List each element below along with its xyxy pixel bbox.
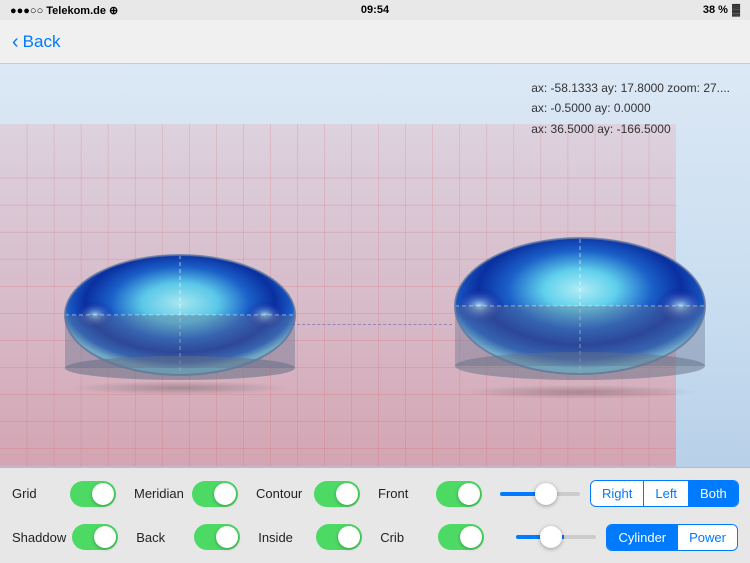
back-chevron-icon: ‹ bbox=[12, 32, 19, 52]
front-control: Front bbox=[378, 481, 482, 507]
both-button[interactable]: Both bbox=[689, 481, 738, 506]
slider2[interactable] bbox=[516, 535, 596, 539]
inside-label: Inside bbox=[258, 530, 310, 545]
left-button[interactable]: Left bbox=[644, 481, 689, 506]
display-selector-group: Cylinder Power bbox=[606, 524, 738, 551]
back-label: Back bbox=[136, 530, 188, 545]
grid-control: Grid bbox=[12, 481, 116, 507]
info-line-3: ax: 36.5000 ay: -166.5000 bbox=[531, 119, 730, 139]
contour-toggle[interactable] bbox=[314, 481, 360, 507]
nav-bar: ‹ Back bbox=[0, 20, 750, 64]
crib-label: Crib bbox=[380, 530, 432, 545]
meridian-label: Meridian bbox=[134, 486, 186, 501]
status-time: 09:54 bbox=[361, 4, 389, 16]
contour-label: Contour bbox=[256, 486, 308, 501]
info-line-2: ax: -0.5000 ay: 0.0000 bbox=[531, 98, 730, 118]
info-overlay: ax: -58.1333 ay: 17.8000 zoom: 27.... ax… bbox=[531, 78, 730, 139]
3d-viewport[interactable]: ax: -58.1333 ay: 17.8000 zoom: 27.... ax… bbox=[0, 64, 750, 467]
back-control: Back bbox=[136, 524, 240, 550]
lens-selector-group: Right Left Both bbox=[590, 480, 739, 507]
right-lens bbox=[450, 234, 710, 389]
shadow-control: Shaddow bbox=[12, 524, 118, 550]
status-bar: ●●●○○ Telekom.de ⊕ 09:54 38 % ▓ bbox=[0, 0, 750, 20]
back-button[interactable]: ‹ Back bbox=[12, 32, 60, 52]
shadow-toggle[interactable] bbox=[72, 524, 118, 550]
right-lens-shadow bbox=[460, 385, 700, 399]
meridian-control: Meridian bbox=[134, 481, 238, 507]
back-label: Back bbox=[23, 32, 61, 52]
controls-row-1: Grid Meridian Contour Front Right Left B… bbox=[12, 474, 738, 514]
status-left: ●●●○○ Telekom.de ⊕ bbox=[10, 4, 118, 17]
meridian-toggle[interactable] bbox=[192, 481, 238, 507]
grid-toggle[interactable] bbox=[70, 481, 116, 507]
right-button[interactable]: Right bbox=[591, 481, 644, 506]
controls-row-2: Shaddow Back Inside Crib Cylinder Power bbox=[12, 518, 738, 558]
cylinder-button[interactable]: Cylinder bbox=[607, 525, 678, 550]
crib-control: Crib bbox=[380, 524, 484, 550]
power-button[interactable]: Power bbox=[678, 525, 737, 550]
contour-control: Contour bbox=[256, 481, 360, 507]
slider2-container bbox=[516, 535, 596, 539]
inside-toggle[interactable] bbox=[316, 524, 362, 550]
lens-connector-line bbox=[292, 324, 452, 325]
carrier-text: ●●●○○ Telekom.de ⊕ bbox=[10, 4, 118, 17]
slider1[interactable] bbox=[500, 492, 580, 496]
controls-bar: Grid Meridian Contour Front Right Left B… bbox=[0, 467, 750, 563]
left-lens-shadow bbox=[70, 381, 290, 395]
left-lens bbox=[60, 250, 300, 385]
shadow-label: Shaddow bbox=[12, 530, 66, 545]
info-line-1: ax: -58.1333 ay: 17.8000 zoom: 27.... bbox=[531, 78, 730, 98]
back-toggle[interactable] bbox=[194, 524, 240, 550]
battery-text: 38 % bbox=[703, 4, 728, 16]
inside-control: Inside bbox=[258, 524, 362, 550]
front-label: Front bbox=[378, 486, 430, 501]
grid-label: Grid bbox=[12, 486, 64, 501]
status-right: 38 % ▓ bbox=[703, 4, 740, 16]
crib-toggle[interactable] bbox=[438, 524, 484, 550]
battery-icon: ▓ bbox=[732, 4, 740, 16]
front-toggle[interactable] bbox=[436, 481, 482, 507]
slider1-container bbox=[500, 492, 580, 496]
